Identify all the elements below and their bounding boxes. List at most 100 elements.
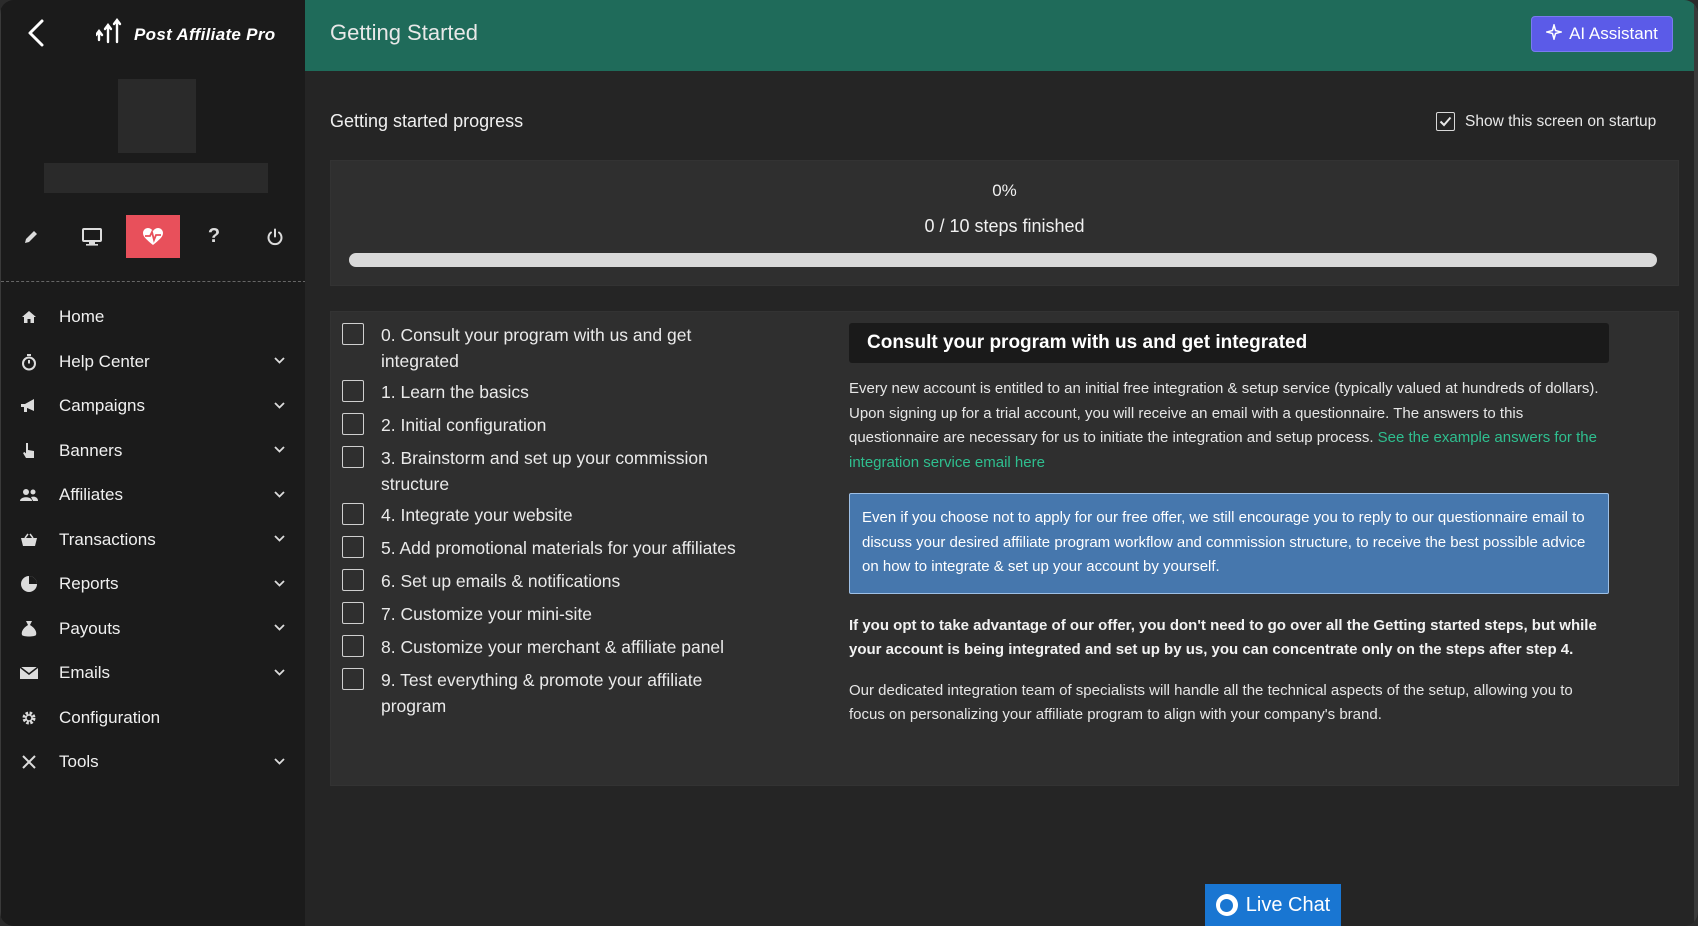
sidebar-item-configuration[interactable]: Configuration — [1, 696, 306, 741]
sidebar-item-label: Banners — [59, 440, 123, 460]
step-item[interactable]: 7. Customize your mini-site — [342, 601, 772, 634]
chevron-down-icon[interactable] — [272, 443, 286, 457]
step-checkbox[interactable] — [342, 380, 364, 402]
megaphone-icon — [19, 396, 39, 416]
page-header: Getting Started AI Assistant — [305, 0, 1698, 71]
step-label: 6. Set up emails & notifications — [381, 571, 621, 591]
sidebar-item-home[interactable]: Home — [1, 295, 306, 340]
chevron-down-icon[interactable] — [272, 665, 286, 679]
chevron-down-icon[interactable] — [272, 398, 286, 412]
step-item[interactable]: 3. Brainstorm and set up your commission… — [342, 445, 772, 502]
stopwatch-icon — [19, 352, 39, 372]
step-checkbox[interactable] — [342, 602, 364, 624]
sidebar-item-transactions[interactable]: Transactions — [1, 518, 306, 563]
sidebar-item-label: Payouts — [59, 618, 121, 638]
step-label: 8. Customize your merchant & affiliate p… — [381, 637, 725, 657]
sidebar-item-banners[interactable]: Banners — [1, 429, 306, 474]
monitor-icon[interactable] — [65, 215, 119, 258]
step-checkbox[interactable] — [342, 668, 364, 690]
sidebar: Post Affiliate Pro ? Home Help Center Ca… — [0, 0, 306, 926]
step-label: 4. Integrate your website — [381, 505, 573, 525]
step-item[interactable]: 6. Set up emails & notifications — [342, 568, 772, 601]
step-item[interactable]: 5. Add promotional materials for your af… — [342, 535, 772, 568]
step-checkbox[interactable] — [342, 569, 364, 591]
sidebar-item-help-center[interactable]: Help Center — [1, 340, 306, 385]
chat-bubble-icon — [1215, 894, 1238, 916]
step-detail-intro: Every new account is entitled to an init… — [849, 377, 1609, 475]
pointer-hand-icon — [19, 441, 39, 461]
sidebar-item-tools[interactable]: Tools — [1, 740, 306, 785]
show-on-startup-label: Show this screen on startup — [1465, 112, 1657, 130]
home-icon — [19, 307, 39, 327]
sidebar-item-label: Affiliates — [59, 485, 123, 505]
show-on-startup-toggle[interactable]: Show this screen on startup — [1436, 112, 1656, 131]
sidebar-item-label: Emails — [59, 663, 111, 683]
step-item[interactable]: 2. Initial configuration — [342, 412, 772, 445]
chevron-down-icon[interactable] — [272, 621, 286, 635]
step-detail-note: If you opt to take advantage of our offe… — [849, 616, 1597, 659]
info-callout: Even if you choose not to apply for our … — [849, 493, 1609, 594]
ai-assistant-button[interactable]: AI Assistant — [1531, 16, 1673, 52]
step-list: 0. Consult your program with us and get … — [342, 322, 772, 724]
main-content: Getting started progress Show this scree… — [305, 71, 1698, 926]
app-window: Post Affiliate Pro ? Home Help Center Ca… — [0, 0, 1698, 926]
sidebar-item-label: Campaigns — [59, 396, 145, 416]
step-checkbox[interactable] — [342, 413, 364, 435]
step-checkbox[interactable] — [342, 446, 364, 468]
step-item[interactable]: 8. Customize your merchant & affiliate p… — [342, 634, 772, 667]
step-checkbox[interactable] — [342, 323, 364, 345]
step-detail-outro: Our dedicated integration team of specia… — [849, 681, 1573, 724]
sidebar-item-reports[interactable]: Reports — [1, 562, 306, 607]
sidebar-item-affiliates[interactable]: Affiliates — [1, 473, 306, 518]
step-label: 3. Brainstorm and set up your commission… — [381, 448, 708, 494]
logo-arrows-icon — [94, 18, 124, 51]
live-chat-button[interactable]: Live Chat — [1205, 884, 1341, 926]
progress-bar — [349, 253, 1657, 267]
step-item[interactable]: 9. Test everything & promote your affili… — [342, 667, 772, 724]
progress-percent: 0% — [992, 181, 1017, 200]
heartbeat-icon[interactable] — [126, 215, 180, 258]
chevron-down-icon[interactable] — [272, 354, 286, 368]
steps-card: 0. Consult your program with us and get … — [330, 311, 1679, 786]
step-item[interactable]: 1. Learn the basics — [342, 379, 772, 412]
pencil-icon[interactable] — [4, 215, 58, 258]
back-arrow-icon[interactable] — [21, 16, 51, 50]
envelope-icon — [19, 663, 39, 683]
sidebar-item-label: Tools — [59, 752, 99, 772]
step-checkbox[interactable] — [342, 635, 364, 657]
sidebar-nav: Home Help Center Campaigns Banners Affil… — [1, 295, 306, 785]
show-on-startup-checkbox[interactable] — [1436, 112, 1455, 131]
step-item[interactable]: 0. Consult your program with us and get … — [342, 322, 772, 379]
user-name-placeholder — [44, 163, 268, 193]
step-label: 7. Customize your mini-site — [381, 604, 593, 624]
question-icon[interactable]: ? — [187, 215, 241, 258]
step-label: 0. Consult your program with us and get … — [381, 325, 692, 371]
progress-title: Getting started progress — [330, 111, 524, 131]
chevron-down-icon[interactable] — [272, 532, 286, 546]
live-chat-label: Live Chat — [1245, 893, 1331, 916]
chevron-down-icon[interactable] — [272, 576, 286, 590]
chevron-down-icon[interactable] — [272, 487, 286, 501]
step-checkbox[interactable] — [342, 536, 364, 558]
sidebar-item-label: Transactions — [59, 529, 156, 549]
sparkle-icon — [1544, 21, 1564, 45]
sidebar-item-campaigns[interactable]: Campaigns — [1, 384, 306, 429]
step-label: 1. Learn the basics — [381, 382, 529, 402]
step-label: 9. Test everything & promote your affili… — [381, 670, 703, 716]
step-detail-panel: Consult your program with us and get int… — [849, 323, 1609, 728]
page-title: Getting Started — [330, 20, 478, 45]
sidebar-item-label: Configuration — [59, 707, 161, 727]
app-logo[interactable]: Post Affiliate Pro — [94, 18, 275, 51]
step-label: 2. Initial configuration — [381, 415, 547, 435]
power-icon[interactable] — [248, 215, 302, 258]
step-checkbox[interactable] — [342, 503, 364, 525]
sidebar-item-payouts[interactable]: Payouts — [1, 607, 306, 652]
gear-icon — [19, 708, 39, 728]
step-detail-heading: Consult your program with us and get int… — [849, 323, 1609, 363]
sidebar-item-emails[interactable]: Emails — [1, 651, 306, 696]
chevron-down-icon[interactable] — [272, 754, 286, 768]
pie-chart-icon — [19, 574, 39, 594]
step-item[interactable]: 4. Integrate your website — [342, 502, 772, 535]
sidebar-toolbar: ? — [1, 215, 306, 259]
basket-icon — [19, 530, 39, 550]
